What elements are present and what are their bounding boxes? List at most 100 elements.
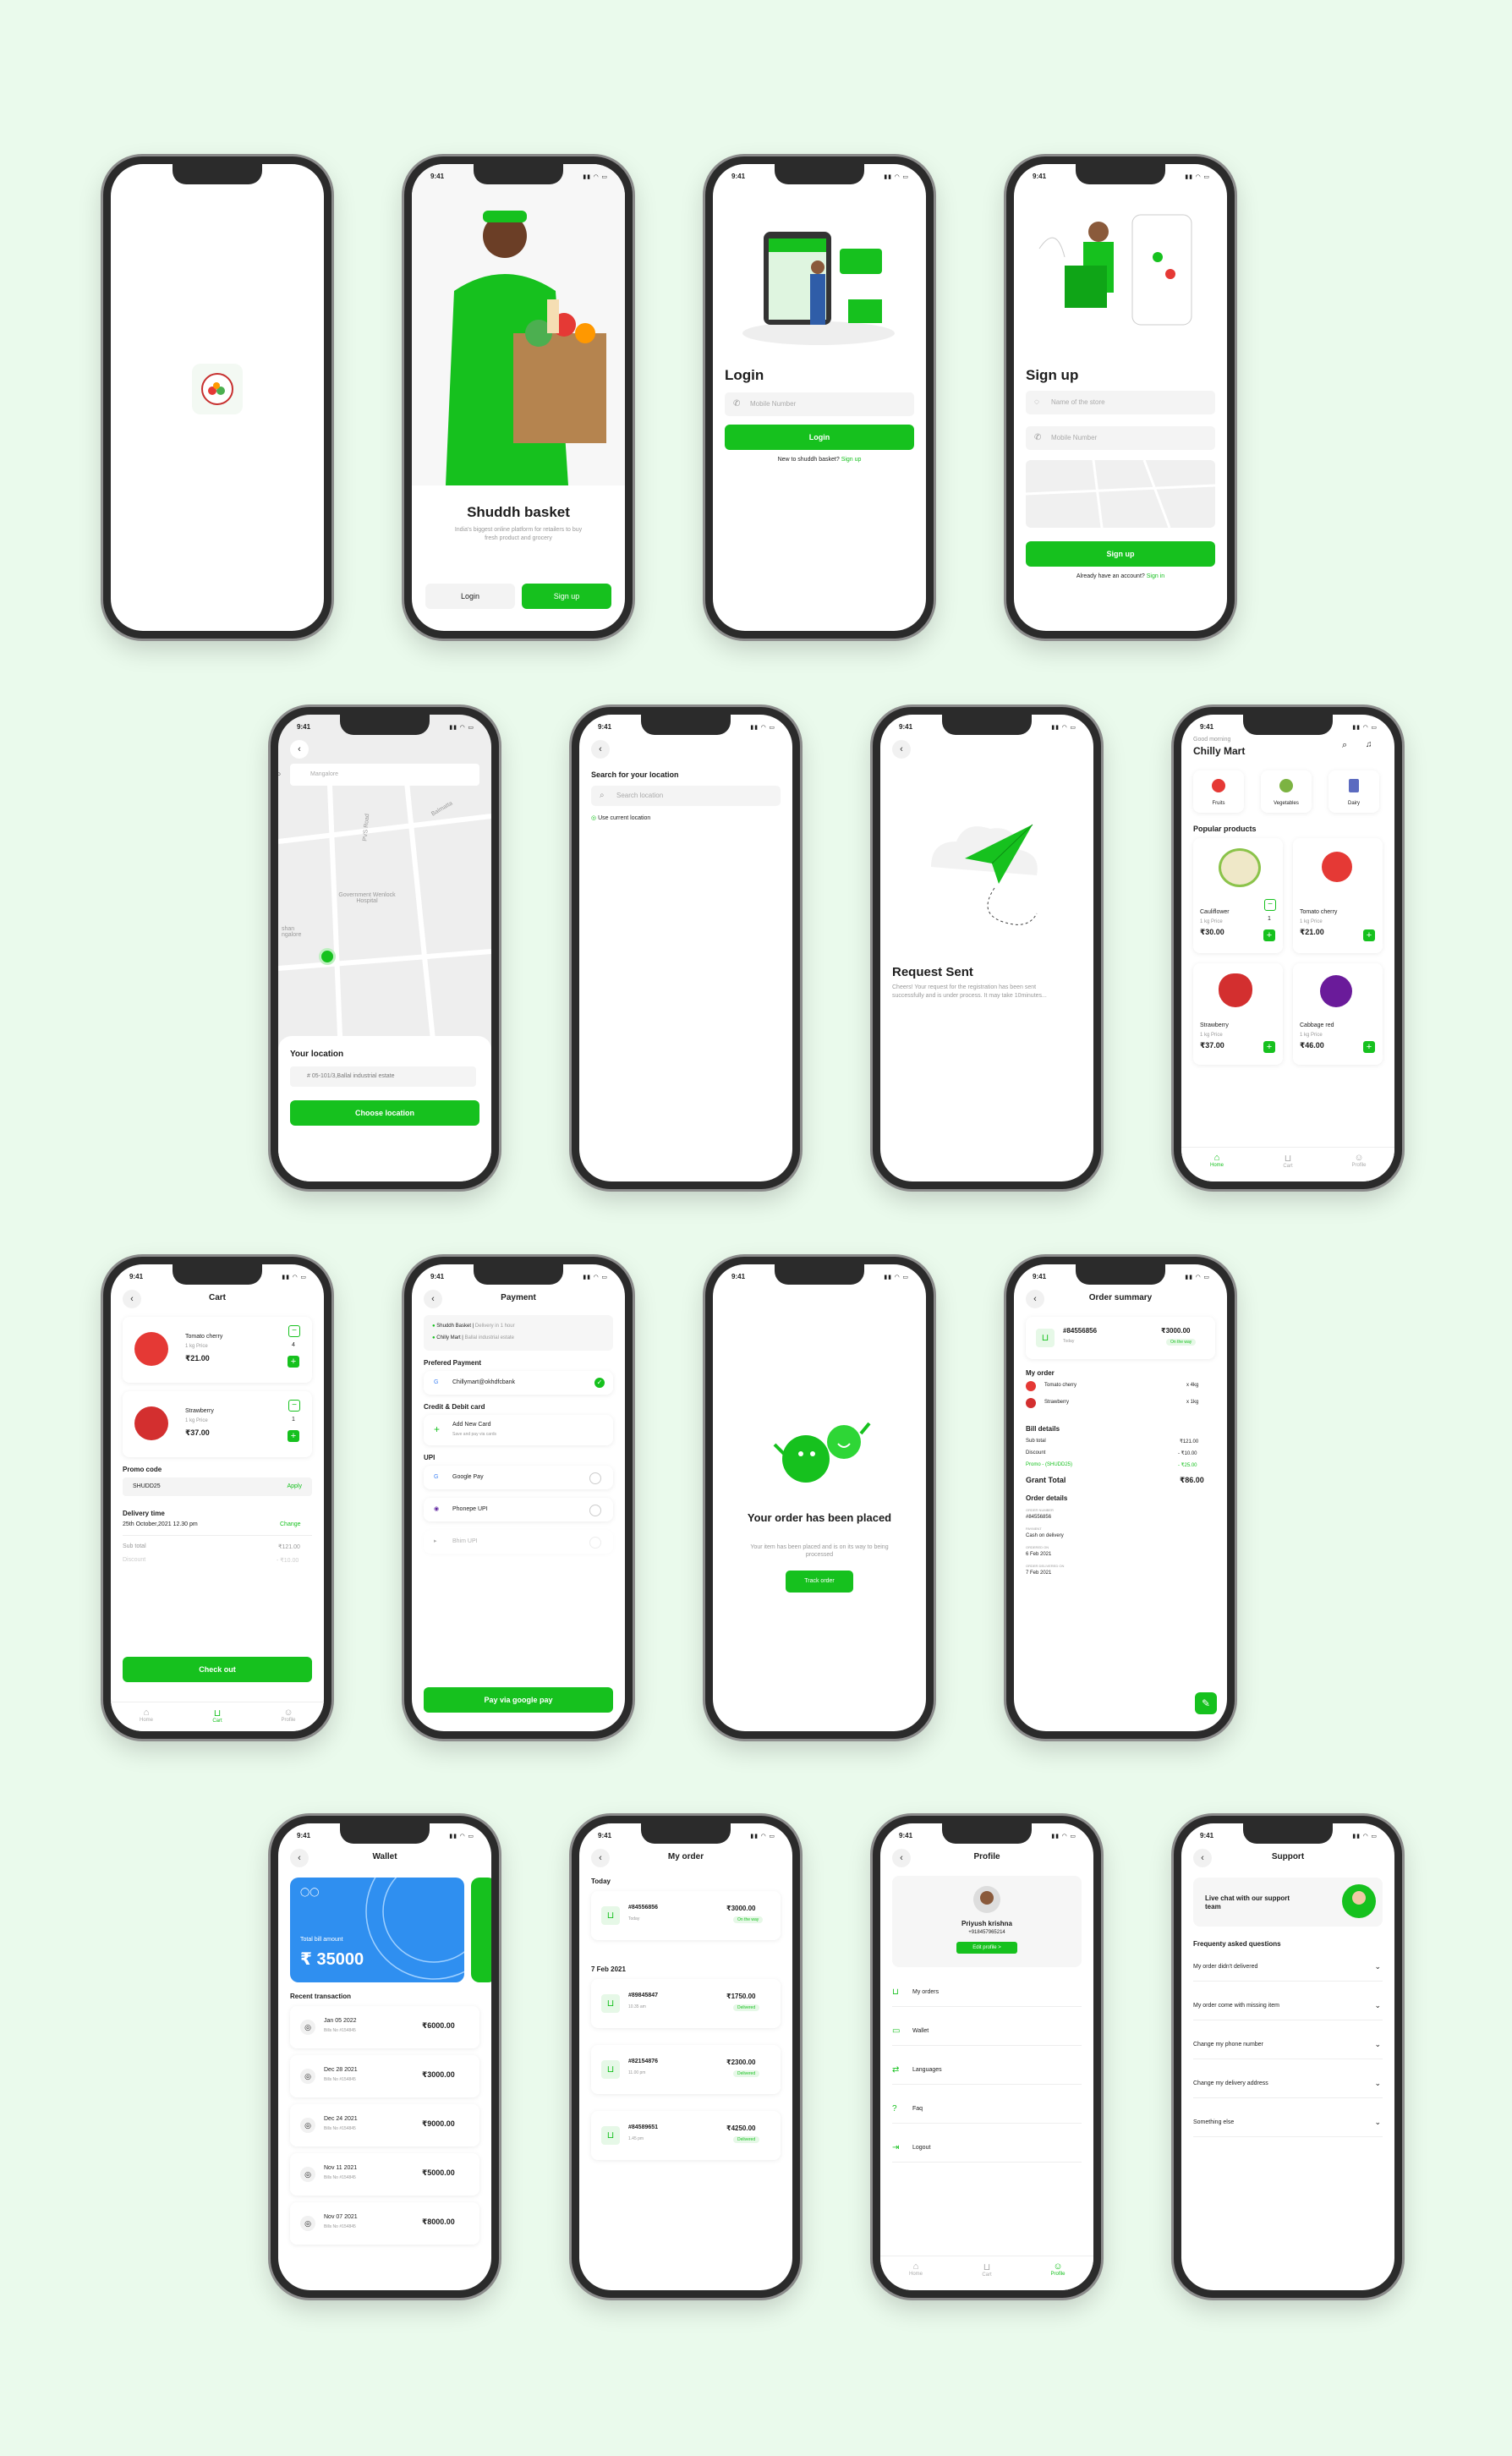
promo-input[interactable]: SHUDD25 Apply [123, 1477, 312, 1496]
decrease-button[interactable]: − [1264, 899, 1276, 911]
transaction-row[interactable]: ◎ Nov 11 2021 Bills No #154845 ₹5000.00 [290, 2153, 479, 2196]
notch [173, 164, 262, 184]
tab-cart[interactable]: ⊔ Cart [1263, 1153, 1313, 1169]
tab-profile[interactable]: ☺ Profile [263, 1708, 314, 1723]
category-fruits[interactable]: Fruits [1193, 770, 1244, 813]
add-button[interactable]: + [1263, 1041, 1275, 1053]
use-current-location[interactable]: ◎ Use current location [591, 814, 650, 821]
decrease-button[interactable]: − [288, 1325, 300, 1337]
increase-button[interactable]: + [288, 1356, 299, 1368]
back-button[interactable]: ‹ [591, 740, 610, 759]
apply-button[interactable]: Apply [287, 1477, 302, 1496]
transaction-row[interactable]: ◎ Dec 28 2021 Bills No #154845 ₹3000.00 [290, 2055, 479, 2097]
order-row[interactable]: ⊔ #82154876 11.00 pm ₹2300.00 Delivered [591, 2045, 781, 2094]
transaction-bill: Bills No #154845 [324, 2028, 356, 2033]
radio[interactable] [589, 1472, 601, 1484]
group-today: Today [591, 1878, 611, 1885]
faq-item[interactable]: My order come with missing item ⌄ [1193, 1994, 1383, 2020]
profile-menu-item[interactable]: ? Faq [892, 2097, 1082, 2124]
product-price: ₹30.00 [1200, 928, 1224, 936]
signup-link[interactable]: Sign up [841, 457, 862, 463]
avatar-face [980, 1891, 994, 1905]
profile-menu-item[interactable]: ▭ Wallet [892, 2020, 1082, 2046]
faq-item[interactable]: Change my delivery address ⌄ [1193, 2072, 1383, 2098]
radio[interactable] [589, 1505, 601, 1516]
add-button[interactable]: + [1363, 929, 1375, 941]
chat-fab-icon[interactable]: ✎ [1195, 1692, 1217, 1714]
category-vegetables[interactable]: Vegetables [1261, 770, 1312, 813]
upi-option-google[interactable]: G Google Pay [424, 1466, 613, 1489]
order-row[interactable]: ⊔ #89845847 10.35 am ₹1750.00 Delivered [591, 1979, 781, 2028]
transaction-row[interactable]: ◎ Dec 24 2021 Bills No #154845 ₹9000.00 [290, 2104, 479, 2146]
search-icon[interactable]: ⌕ [1342, 740, 1347, 751]
category-dairy[interactable]: Dairy [1328, 770, 1379, 813]
tab-home[interactable]: ⌂ Home [1192, 1153, 1242, 1168]
faq-item[interactable]: My order didn't delivered ⌄ [1193, 1955, 1383, 1982]
back-button[interactable]: ‹ [290, 740, 309, 759]
change-delivery-link[interactable]: Change [280, 1521, 301, 1527]
order-placed-screen: 9:41 ▮▮ ◠ ▭ Your order has been placed Yo… [713, 1264, 926, 1731]
add-button[interactable]: + [1263, 929, 1275, 941]
checkout-button[interactable]: Check out [123, 1657, 312, 1682]
product-card[interactable]: Cauliflower 1 kg Price ₹30.00 − 1 + [1193, 838, 1283, 953]
profile-menu-item[interactable]: ⇄ Languages [892, 2059, 1082, 2085]
signal-icons: ▮▮ ◠ ▭ [884, 1275, 909, 1280]
preferred-upi-option[interactable]: Chillymart@okhdfcbank G ✓ [424, 1371, 613, 1395]
bell-icon[interactable]: ♫ [1366, 740, 1372, 749]
product-card[interactable]: Cabbage red 1 kg Price ₹46.00 + [1293, 963, 1383, 1065]
order-row[interactable]: ⊔ #84589651 1.45 pm ₹4250.00 Delivered [591, 2111, 781, 2160]
tab-profile[interactable]: ☺ Profile [1334, 1153, 1384, 1168]
live-chat-card[interactable]: Live chat with our support team [1193, 1878, 1383, 1927]
product-card[interactable]: Tomato cherry 1 kg Price ₹21.00 + [1293, 838, 1383, 953]
tab-home[interactable]: ⌂ Home [121, 1708, 172, 1723]
increase-button[interactable]: + [288, 1430, 299, 1442]
faq-item[interactable]: Change my phone number ⌄ [1193, 2033, 1383, 2059]
tab-cart[interactable]: ⊔ Cart [192, 1708, 243, 1724]
tab-home[interactable]: ⌂ Home [890, 2261, 941, 2277]
location-pin-icon[interactable] [319, 948, 336, 965]
phone-wallet: 9:41 ▮▮ ◠ ▭ ‹ Wallet ◯◯ Total bill amount… [271, 1816, 499, 2298]
signin-link[interactable]: Sign in [1147, 573, 1164, 579]
map-preview[interactable] [1025, 459, 1216, 529]
upi-option-bhim[interactable]: ▸ Bhim UPI [424, 1530, 613, 1554]
profile-menu-item[interactable]: ⊔ My orders [892, 1981, 1082, 2007]
signal-icons: ▮▮ ◠ ▭ [583, 1275, 608, 1280]
radio[interactable] [589, 1537, 601, 1549]
faq-item[interactable]: Something else ⌄ [1193, 2111, 1383, 2137]
decrease-button[interactable]: − [288, 1400, 300, 1412]
order-number-value: #84556856 [1026, 1515, 1052, 1520]
upi-option-phonepe[interactable]: ◉ Phonepe UPI [424, 1498, 613, 1521]
order-row[interactable]: ⊔ #84556856 Today ₹3000.00 On the way [591, 1891, 781, 1940]
phone-request: 9:41 ▮▮ ◠ ▭ ‹ Request Sent Cheers! Your r… [873, 707, 1101, 1189]
search-location-input[interactable]: ⌕ Search location [591, 786, 781, 806]
track-order-button[interactable]: Track order [786, 1571, 853, 1593]
home-icon: ⌂ [1213, 1153, 1220, 1163]
choose-location-button[interactable]: Choose location [290, 1100, 479, 1126]
paper-plane-icon [931, 824, 1038, 925]
item-price: ₹37.00 [185, 1428, 210, 1437]
mobile-input[interactable]: ✆ Mobile Number [1026, 426, 1215, 450]
transaction-row[interactable]: ◎ Jan 05 2022 Bills No #154845 ₹6000.00 [290, 2006, 479, 2048]
transaction-row[interactable]: ◎ Nov 07 2021 Bills No #154845 ₹8000.00 [290, 2202, 479, 2245]
map-search-input[interactable]: ⌕ Mangalore [278, 764, 479, 786]
store-name-input[interactable]: ◌ Name of the store [1026, 391, 1215, 414]
mobile-input[interactable]: ✆ Mobile Number [725, 392, 914, 416]
add-button[interactable]: + [1363, 1041, 1375, 1053]
add-card-option[interactable]: + Add New Card Save and pay via cards [424, 1415, 613, 1445]
address-field[interactable]: # 05-101/3,Ballal industrial estate [290, 1066, 476, 1087]
happy-characters-icon [773, 1422, 871, 1483]
login-button[interactable]: Login [425, 584, 515, 609]
back-button[interactable]: ‹ [892, 740, 911, 759]
product-card[interactable]: Strawberry 1 kg Price ₹37.00 + [1193, 963, 1283, 1065]
login-submit-button[interactable]: Login [725, 425, 914, 450]
pay-button[interactable]: Pay via google pay [424, 1687, 613, 1713]
tab-cart[interactable]: ⊔ Cart [961, 2261, 1012, 2278]
profile-menu-item[interactable]: ⇥ Logout [892, 2136, 1082, 2163]
signup-button[interactable]: Sign up [522, 584, 611, 609]
signup-submit-button[interactable]: Sign up [1026, 541, 1215, 567]
status-bar: 9:41 ▮▮ ◠ ▭ [412, 173, 625, 183]
tab-profile[interactable]: ☺ Profile [1033, 2261, 1083, 2277]
edit-profile-button[interactable]: Edit profile > [956, 1942, 1017, 1954]
wallet-card[interactable]: ◯◯ Total bill amount ₹ 35000 [290, 1878, 464, 1982]
next-card[interactable] [471, 1878, 491, 1982]
